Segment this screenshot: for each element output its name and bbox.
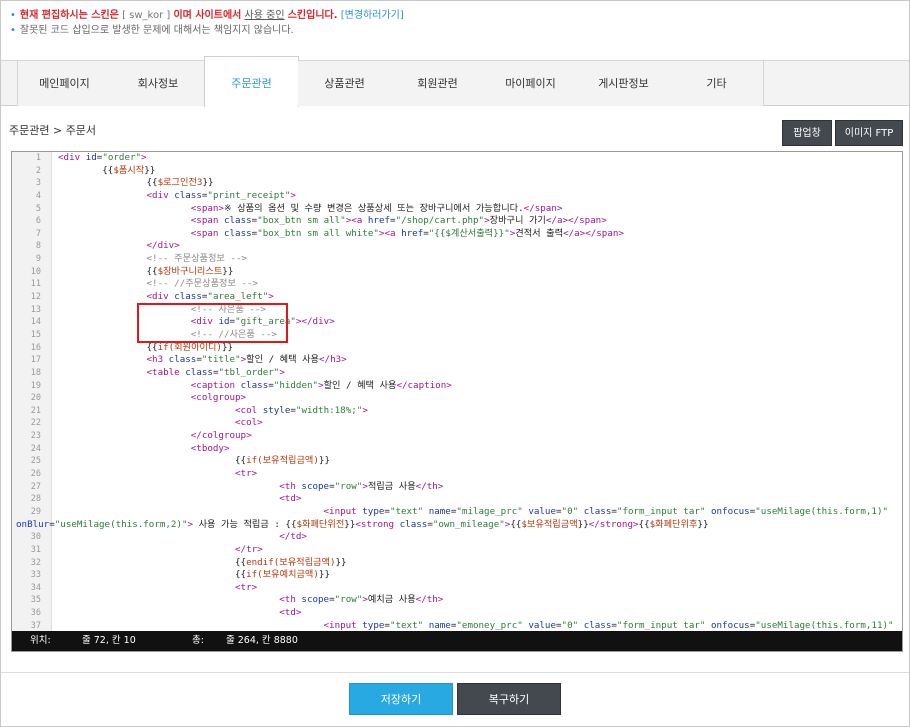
code-line: 21 <col style="width:18%;">	[30, 404, 368, 416]
gift-area-highlight	[137, 303, 288, 343]
total-value: 줄 264, 칸 8880	[226, 635, 298, 646]
code-line: 22 <col>	[30, 417, 263, 429]
code-line: 33 {{if(보유예치금액)}}	[30, 569, 330, 581]
code-line: 10 {{$장바구니리스트}}	[30, 265, 234, 277]
code-editor[interactable]: 1 <div id="order"> 2 {{$폼시작}} 3 {{$로그인전3}…	[11, 151, 903, 652]
bullet-icon: •	[10, 10, 16, 21]
code-line: 6 <span class="box_btn sm all"><a href="…	[35, 215, 607, 227]
code-line: 28 <td>	[30, 493, 302, 505]
skin-code: [ sw_kor ]	[122, 10, 171, 21]
code-line: 9 <!-- 주문상품정보 -->	[35, 253, 248, 265]
notice-text-suffix: 스킨입니다.	[287, 10, 338, 21]
in-use-link[interactable]: 사용 중인	[245, 10, 285, 21]
save-button[interactable]: 저장하기	[349, 683, 453, 715]
footer-divider	[1, 672, 909, 673]
code-line: 23 </colgroup>	[30, 430, 252, 442]
code-line: 29 <input type="text" name="milage_prc" …	[30, 505, 889, 517]
tab-etc[interactable]: 기타	[670, 61, 764, 106]
image-ftp-button[interactable]: 이미지 FTP	[835, 120, 903, 146]
restore-button[interactable]: 복구하기	[457, 683, 561, 715]
code-line: 11 <!-- //주문상품정보 -->	[30, 278, 259, 290]
code-line: 27 <th scope="row">적립금 사용</th>	[30, 480, 444, 492]
notice-warning-text: 잘못된 코드 삽입으로 발생한 문제에 대해서는 책임지지 않습니다.	[19, 25, 294, 36]
tab-order[interactable]: 주문관련	[204, 56, 299, 107]
category-tabs: 메인페이지 회사정보 주문관련 상품관련 회원관련 마이페이지 게시판정보 기타	[1, 56, 909, 107]
code-line: 25 {{if(보유적립금액)}}	[30, 455, 330, 467]
code-line: 2 {{$폼시작}}	[35, 164, 156, 176]
code-line: 26 <tr>	[30, 468, 258, 480]
tab-product[interactable]: 상품관련	[298, 61, 392, 106]
code-line: 20 <colgroup>	[30, 392, 247, 404]
position-value: 줄 72, 칸 10	[82, 635, 136, 646]
skin-notice: • 현재 편집하시는 스킨은 [ sw_kor ] 이며 사이트에서 사용 중인 …	[10, 8, 404, 38]
code-line: 17 <h3 class="title">할인 / 혜택 사용</h3>	[30, 354, 347, 366]
code-line: 36 <td>	[30, 607, 302, 619]
bullet-icon: •	[10, 25, 16, 36]
breadcrumb: 주문관련 > 주문서	[9, 124, 97, 137]
notice-text-prefix: 현재 편집하시는 스킨은	[19, 10, 119, 21]
notice-line-2: • 잘못된 코드 삽입으로 발생한 문제에 대해서는 책임지지 않습니다.	[10, 23, 404, 38]
code-line: 30 </td>	[30, 531, 307, 543]
position-label: 위치:	[30, 635, 51, 646]
code-line: onBlur="useMilage(this.form,2)"> 사용 가능 적…	[16, 518, 709, 530]
tab-mypage[interactable]: 마이페이지	[484, 61, 578, 106]
popup-button[interactable]: 팝업창	[782, 120, 832, 146]
code-line: 34 <tr>	[30, 581, 258, 593]
code-line: 12 <div class="area_left">	[30, 291, 274, 303]
code-line: 19 <caption class="hidden">할인 / 혜택 사용</c…	[30, 379, 452, 391]
code-line: 5 <span>※ 상품의 옵션 및 수량 변경은 상품상세 또는 장바구니에서…	[35, 202, 563, 214]
notice-text-mid: 이며 사이트에서	[173, 10, 242, 21]
total-label: 총:	[192, 635, 204, 646]
code-line: 35 <th scope="row">예치금 사용</th>	[30, 594, 444, 606]
tab-board[interactable]: 게시판정보	[577, 61, 671, 106]
code-line: 18 <table class="tbl_order">	[30, 366, 285, 378]
code-line: 1 <div id="order">	[35, 152, 147, 163]
code-line: 24 <tbody>	[30, 442, 230, 454]
notice-line-1: • 현재 편집하시는 스킨은 [ sw_kor ] 이며 사이트에서 사용 중인 …	[10, 8, 404, 23]
code-line: 37 <input type="text" name="emoney_prc" …	[30, 619, 894, 631]
code-line: 16 {{if(회원아이디)}}	[30, 341, 234, 353]
code-line: 3 {{$로그인전3}}	[35, 177, 214, 189]
tab-main-page[interactable]: 메인페이지	[17, 61, 112, 106]
code-line: 31 </tr>	[30, 543, 263, 555]
change-skin-link[interactable]: [변경하러가기]	[341, 10, 404, 21]
editor-status-bar: 위치: 줄 72, 칸 10 총: 줄 264, 칸 8880	[12, 631, 902, 651]
tab-member[interactable]: 회원관련	[391, 61, 485, 106]
code-line: 8 </div>	[35, 240, 180, 252]
code-line: 32 {{endif(보유적립금액)}}	[30, 556, 347, 568]
tab-company-info[interactable]: 회사정보	[111, 61, 206, 106]
code-lines[interactable]: 1 <div id="order"> 2 {{$폼시작}} 3 {{$로그인전3}…	[12, 152, 902, 631]
code-line: 4 <div class="print_receipt">	[35, 189, 296, 201]
code-line: 7 <span class="box_btn sm all white"><a …	[35, 227, 624, 239]
